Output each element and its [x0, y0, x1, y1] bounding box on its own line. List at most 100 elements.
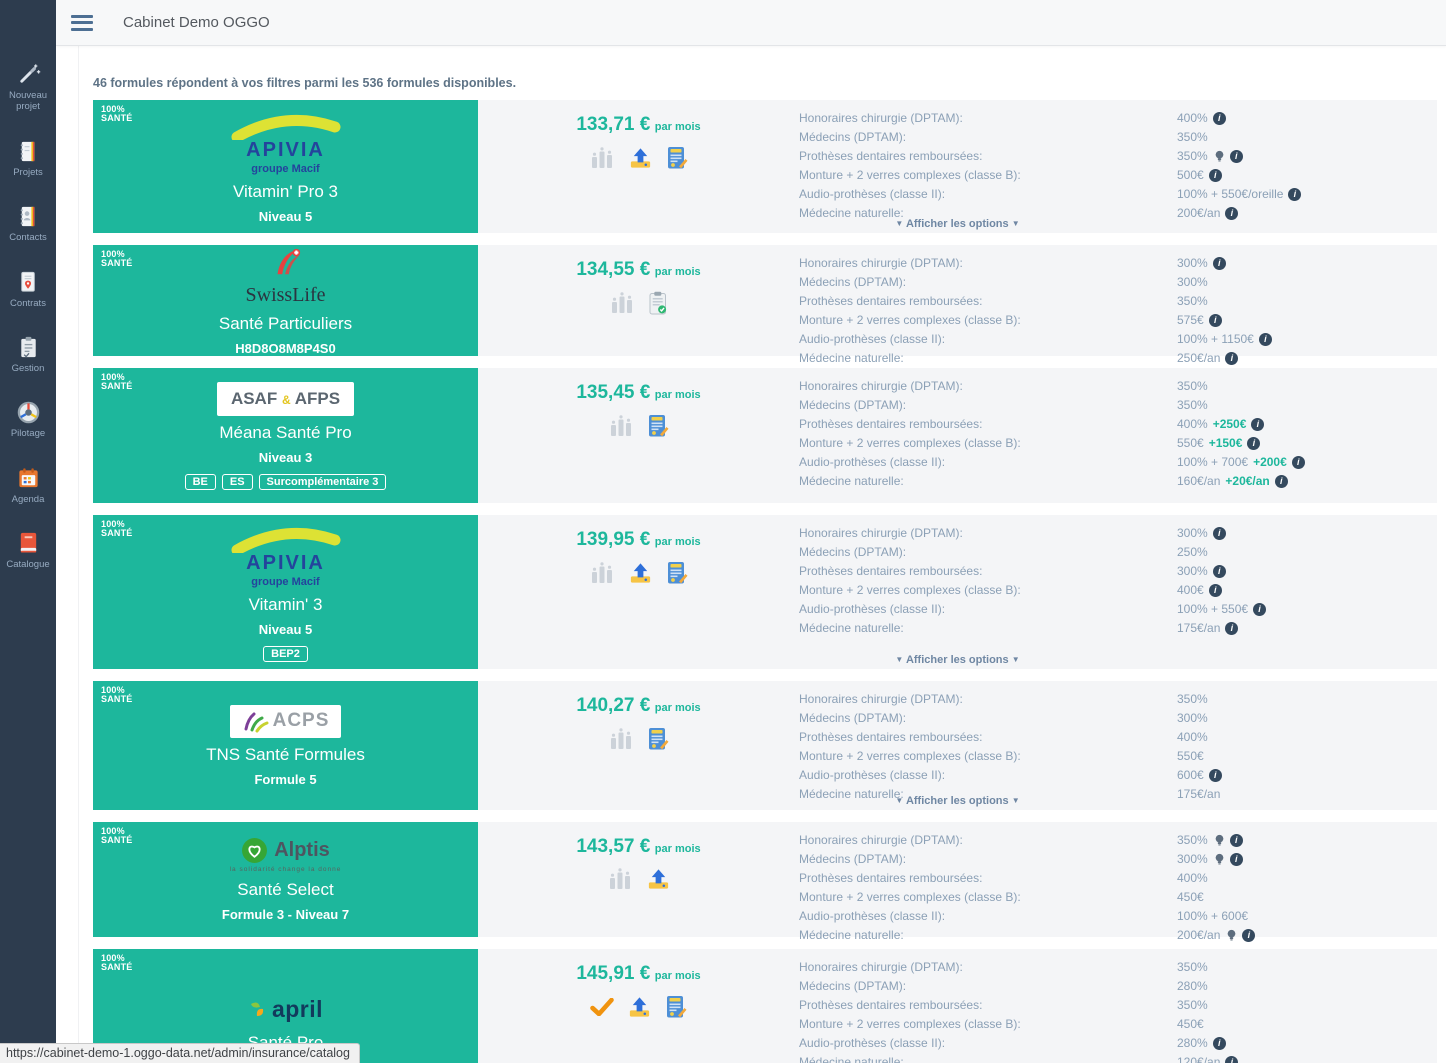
- show-options-link[interactable]: ▼ Afficher les options ▼: [895, 218, 1019, 230]
- calendar-icon: [18, 468, 38, 487]
- formula-card[interactable]: 100% SANTÉ APIVIA groupe Macif Vitamin' P…: [93, 100, 478, 233]
- formula-row: 100% SANTÉ APIVIA groupe Macif Vitamin' 3…: [93, 515, 1437, 669]
- compare-bar-chart-icon[interactable]: [609, 292, 635, 314]
- info-icon[interactable]: i: [1225, 1056, 1239, 1063]
- formula-card[interactable]: 100% SANTÉ Alptis la solidarité change la…: [93, 822, 478, 937]
- guarantee-line: Médecins (DPTAM): 300% i: [799, 850, 1437, 869]
- formula-card[interactable]: 100% SANTÉ ACPS TNS Santé Formules Formu…: [93, 681, 478, 810]
- guarantee-value: 350%: [1177, 398, 1208, 412]
- sidebar-item-gestion[interactable]: Gestion: [0, 335, 56, 374]
- compare-bar-chart-icon[interactable]: [589, 147, 615, 169]
- guarantee-line: Honoraires chirurgie (DPTAM): 350%: [799, 690, 1437, 709]
- sidebar-item-catalogue[interactable]: Catalogue: [0, 531, 56, 570]
- guarantee-label: Médecins (DPTAM):: [799, 711, 907, 725]
- guarantee-label: Médecins (DPTAM):: [799, 398, 907, 412]
- menu-toggle-icon[interactable]: [71, 14, 93, 31]
- 100-sante-badge: 100% SANTÉ: [101, 104, 133, 124]
- contract-sign-icon[interactable]: [647, 414, 669, 438]
- price: 140,27 €: [576, 695, 651, 716]
- info-icon[interactable]: i: [1229, 853, 1243, 866]
- info-icon[interactable]: i: [1229, 834, 1243, 847]
- contract-sign-icon[interactable]: [666, 146, 688, 170]
- info-icon[interactable]: i: [1212, 1037, 1226, 1050]
- guarantee-label: Honoraires chirurgie (DPTAM):: [799, 833, 963, 847]
- sidebar-item-contrats[interactable]: Contrats: [0, 270, 56, 309]
- formula-details-panel: 133,71 € par mois Honoraires chirurgie (…: [478, 100, 1437, 233]
- guarantee-label: Honoraires chirurgie (DPTAM):: [799, 692, 963, 706]
- selected-check-icon[interactable]: [590, 998, 614, 1016]
- sidebar-item-contacts[interactable]: Contacts: [0, 204, 56, 243]
- bulb-icon[interactable]: [1214, 834, 1225, 847]
- guarantee-value: 200€/an: [1177, 206, 1221, 220]
- info-icon[interactable]: i: [1229, 150, 1243, 163]
- product-badges: BEP2: [263, 645, 308, 662]
- info-icon[interactable]: i: [1288, 188, 1302, 201]
- info-icon[interactable]: i: [1225, 207, 1239, 220]
- product-name: Vitamin' 3: [248, 594, 323, 614]
- compare-bar-chart-icon[interactable]: [608, 728, 634, 750]
- contract-sign-icon[interactable]: [665, 995, 687, 1019]
- guarantee-label: Médecins (DPTAM):: [799, 545, 907, 559]
- show-options-link[interactable]: ▼ Afficher les options ▼: [895, 654, 1019, 666]
- sidebar-item-pilotage[interactable]: Pilotage: [0, 400, 56, 439]
- sidebar-item-nouveau-projet[interactable]: Nouveau projet: [0, 62, 56, 113]
- info-icon[interactable]: i: [1247, 437, 1261, 450]
- contract-sign-icon[interactable]: [666, 561, 688, 585]
- guarantee-line: Médecins (DPTAM): 350%: [799, 128, 1437, 147]
- price: 135,45 €: [576, 382, 651, 403]
- info-icon[interactable]: i: [1225, 622, 1239, 635]
- info-icon[interactable]: i: [1208, 314, 1222, 327]
- guarantee-value: 350%: [1177, 130, 1208, 144]
- sidebar-item-projets[interactable]: Projets: [0, 139, 56, 178]
- info-icon[interactable]: i: [1274, 475, 1288, 488]
- info-icon[interactable]: i: [1225, 352, 1239, 365]
- guarantee-value: 350%: [1177, 294, 1208, 308]
- info-icon[interactable]: i: [1212, 112, 1226, 125]
- formula-details-panel: 143,57 € par mois Honoraires chirurgie (…: [478, 822, 1437, 942]
- guarantee-line: Honoraires chirurgie (DPTAM): 300% i: [799, 254, 1437, 273]
- guarantee-value: 400€: [1177, 583, 1204, 597]
- info-icon[interactable]: i: [1258, 333, 1272, 346]
- sidebar-item-agenda[interactable]: Agenda: [0, 466, 56, 505]
- upload-icon[interactable]: [628, 147, 653, 169]
- info-icon[interactable]: i: [1208, 169, 1222, 182]
- guarantee-value: 350%: [1177, 149, 1208, 163]
- formula-card[interactable]: 100% SANTÉ APIVIA groupe Macif Vitamin' 3…: [93, 515, 478, 669]
- info-icon[interactable]: i: [1212, 257, 1226, 270]
- row-actions: [608, 414, 669, 438]
- insurer-logo: SwissLife: [246, 246, 326, 307]
- guarantee-value: 400%: [1177, 871, 1208, 885]
- bulb-icon[interactable]: [1214, 150, 1225, 163]
- sidebar-item-label: Gestion: [11, 362, 45, 374]
- guarantee-label: Audio-prothèses (classe II):: [799, 187, 946, 201]
- clipboard-icon: [20, 336, 36, 358]
- upload-icon[interactable]: [627, 996, 652, 1018]
- guarantee-value: 500€: [1177, 168, 1204, 182]
- info-icon[interactable]: i: [1242, 929, 1256, 942]
- show-options-link[interactable]: ▼ Afficher les options ▼: [895, 795, 1019, 807]
- upload-icon[interactable]: [646, 868, 671, 890]
- compare-bar-chart-icon[interactable]: [608, 415, 634, 437]
- info-icon[interactable]: i: [1208, 584, 1222, 597]
- formula-card[interactable]: 100% SANTÉ ASAF & AFPS Méana Santé Pro N…: [93, 368, 478, 503]
- upload-icon[interactable]: [628, 562, 653, 584]
- info-icon[interactable]: i: [1253, 603, 1267, 616]
- bulb-icon[interactable]: [1226, 929, 1237, 942]
- formula-card[interactable]: 100% SANTÉ SwissLife Santé Particuliers …: [93, 245, 478, 356]
- info-icon[interactable]: i: [1251, 418, 1265, 431]
- bulb-icon[interactable]: [1214, 853, 1225, 866]
- info-icon[interactable]: i: [1208, 769, 1222, 782]
- info-icon[interactable]: i: [1291, 456, 1305, 469]
- price: 145,91 €: [576, 963, 651, 984]
- magic-wand-icon: [19, 64, 40, 83]
- clipboard-check-icon[interactable]: [648, 291, 668, 315]
- compare-bar-chart-icon[interactable]: [589, 562, 615, 584]
- guarantee-value: 100% + 600€: [1177, 909, 1249, 923]
- contract-sign-icon[interactable]: [647, 727, 669, 751]
- info-icon[interactable]: i: [1212, 527, 1226, 540]
- compare-bar-chart-icon[interactable]: [607, 868, 633, 890]
- guarantee-value: 450€: [1177, 1017, 1204, 1031]
- product-level: Niveau 3: [258, 449, 313, 465]
- product-name: Santé Particuliers: [218, 313, 353, 333]
- info-icon[interactable]: i: [1212, 565, 1226, 578]
